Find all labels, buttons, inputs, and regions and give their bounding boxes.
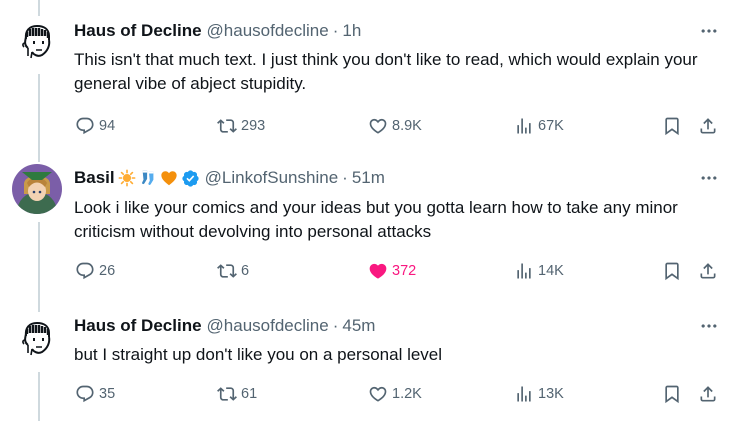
reply-button[interactable]: 35 <box>75 382 115 406</box>
display-name[interactable]: Basil <box>74 168 115 188</box>
avatar-basil[interactable] <box>12 164 62 214</box>
share-icon <box>698 261 718 281</box>
like-icon <box>368 116 388 136</box>
display-name[interactable]: Haus of Decline <box>74 316 202 336</box>
separator-dot: · <box>332 316 339 335</box>
bookmark-icon <box>662 116 682 136</box>
timestamp[interactable]: 51m <box>352 168 385 188</box>
views-icon <box>514 261 534 281</box>
views-count: 13K <box>538 386 564 402</box>
like-button[interactable]: 372 <box>368 259 416 283</box>
views-count: 14K <box>538 263 564 279</box>
timestamp[interactable]: 1h <box>342 21 361 41</box>
share-button[interactable] <box>698 259 718 283</box>
anime-character-avatar-icon <box>12 164 62 214</box>
like-icon <box>368 384 388 404</box>
views-count: 67K <box>538 118 564 134</box>
reply-icon <box>75 384 95 404</box>
display-name[interactable]: Haus of Decline <box>74 21 202 41</box>
reply-icon <box>75 261 95 281</box>
repost-button[interactable]: 6 <box>217 259 249 283</box>
repost-icon <box>217 261 237 281</box>
tweet-text: This isn't that much text. I just think … <box>74 50 698 93</box>
like-count: 372 <box>392 263 417 279</box>
more-icon <box>699 168 719 188</box>
repost-button[interactable]: 293 <box>217 114 265 138</box>
user-handle[interactable]: @hausofdecline <box>207 316 329 336</box>
like-filled-icon <box>368 261 388 281</box>
tweet-text: but I straight up don't like you on a pe… <box>74 345 443 364</box>
verified-badge-icon[interactable] <box>181 169 200 188</box>
timestamp[interactable]: 45m <box>342 316 375 336</box>
socks-emoji-icon <box>139 169 157 187</box>
views-button[interactable]: 14K <box>514 259 564 283</box>
like-count: 8.9K <box>392 118 422 134</box>
sun-emoji-icon <box>118 169 136 187</box>
tweet-3[interactable]: Haus of Decline @hausofdecline · 45m but… <box>0 300 740 421</box>
orange-heart-emoji-icon <box>160 169 178 187</box>
repost-icon <box>217 116 237 136</box>
more-options-button[interactable] <box>694 20 724 42</box>
cartoon-face-avatar-icon <box>12 17 62 67</box>
bookmark-button[interactable] <box>662 259 682 283</box>
like-button[interactable]: 8.9K <box>368 114 422 138</box>
share-button[interactable] <box>698 382 718 406</box>
bookmark-button[interactable] <box>662 114 682 138</box>
views-button[interactable]: 13K <box>514 382 564 406</box>
more-options-button[interactable] <box>694 315 724 337</box>
tweet-header: Haus of Decline @hausofdecline · 1h <box>74 20 361 42</box>
reply-button[interactable]: 94 <box>75 114 115 138</box>
separator-dot: · <box>342 168 348 187</box>
bookmark-icon <box>662 261 682 281</box>
views-icon <box>514 116 534 136</box>
repost-icon <box>217 384 237 404</box>
repost-count: 293 <box>241 118 266 134</box>
user-handle[interactable]: @LinkofSunshine <box>205 168 339 188</box>
reply-count: 35 <box>99 386 116 402</box>
tweet-2[interactable]: Basil @LinkofSunshine · 51m Look i like … <box>0 150 740 300</box>
bookmark-icon <box>662 384 682 404</box>
views-button[interactable]: 67K <box>514 114 564 138</box>
share-button[interactable] <box>698 114 718 138</box>
tweet-1[interactable]: Haus of Decline @hausofdecline · 1h This… <box>0 0 740 150</box>
reply-button[interactable]: 26 <box>75 259 115 283</box>
reply-icon <box>75 116 95 136</box>
share-icon <box>698 116 718 136</box>
views-icon <box>514 384 534 404</box>
user-handle[interactable]: @hausofdecline <box>207 21 329 41</box>
share-icon <box>698 384 718 404</box>
more-icon <box>699 21 719 41</box>
more-options-button[interactable] <box>694 167 724 189</box>
avatar-haus-of-decline[interactable] <box>12 17 62 67</box>
reply-count: 94 <box>99 118 116 134</box>
like-count: 1.2K <box>392 386 422 402</box>
bookmark-button[interactable] <box>662 382 682 406</box>
separator-dot: · <box>332 21 339 40</box>
repost-button[interactable]: 61 <box>217 382 257 406</box>
more-icon <box>699 316 719 336</box>
tweet-header: Basil @LinkofSunshine · 51m <box>74 167 385 189</box>
like-button[interactable]: 1.2K <box>368 382 422 406</box>
repost-count: 6 <box>241 263 250 279</box>
repost-count: 61 <box>241 386 258 402</box>
tweet-text: Look i like your comics and your ideas b… <box>74 198 678 241</box>
reply-count: 26 <box>99 263 116 279</box>
cartoon-face-avatar-icon <box>12 314 62 364</box>
tweet-header: Haus of Decline @hausofdecline · 45m <box>74 315 375 337</box>
avatar-haus-of-decline[interactable] <box>12 314 62 364</box>
